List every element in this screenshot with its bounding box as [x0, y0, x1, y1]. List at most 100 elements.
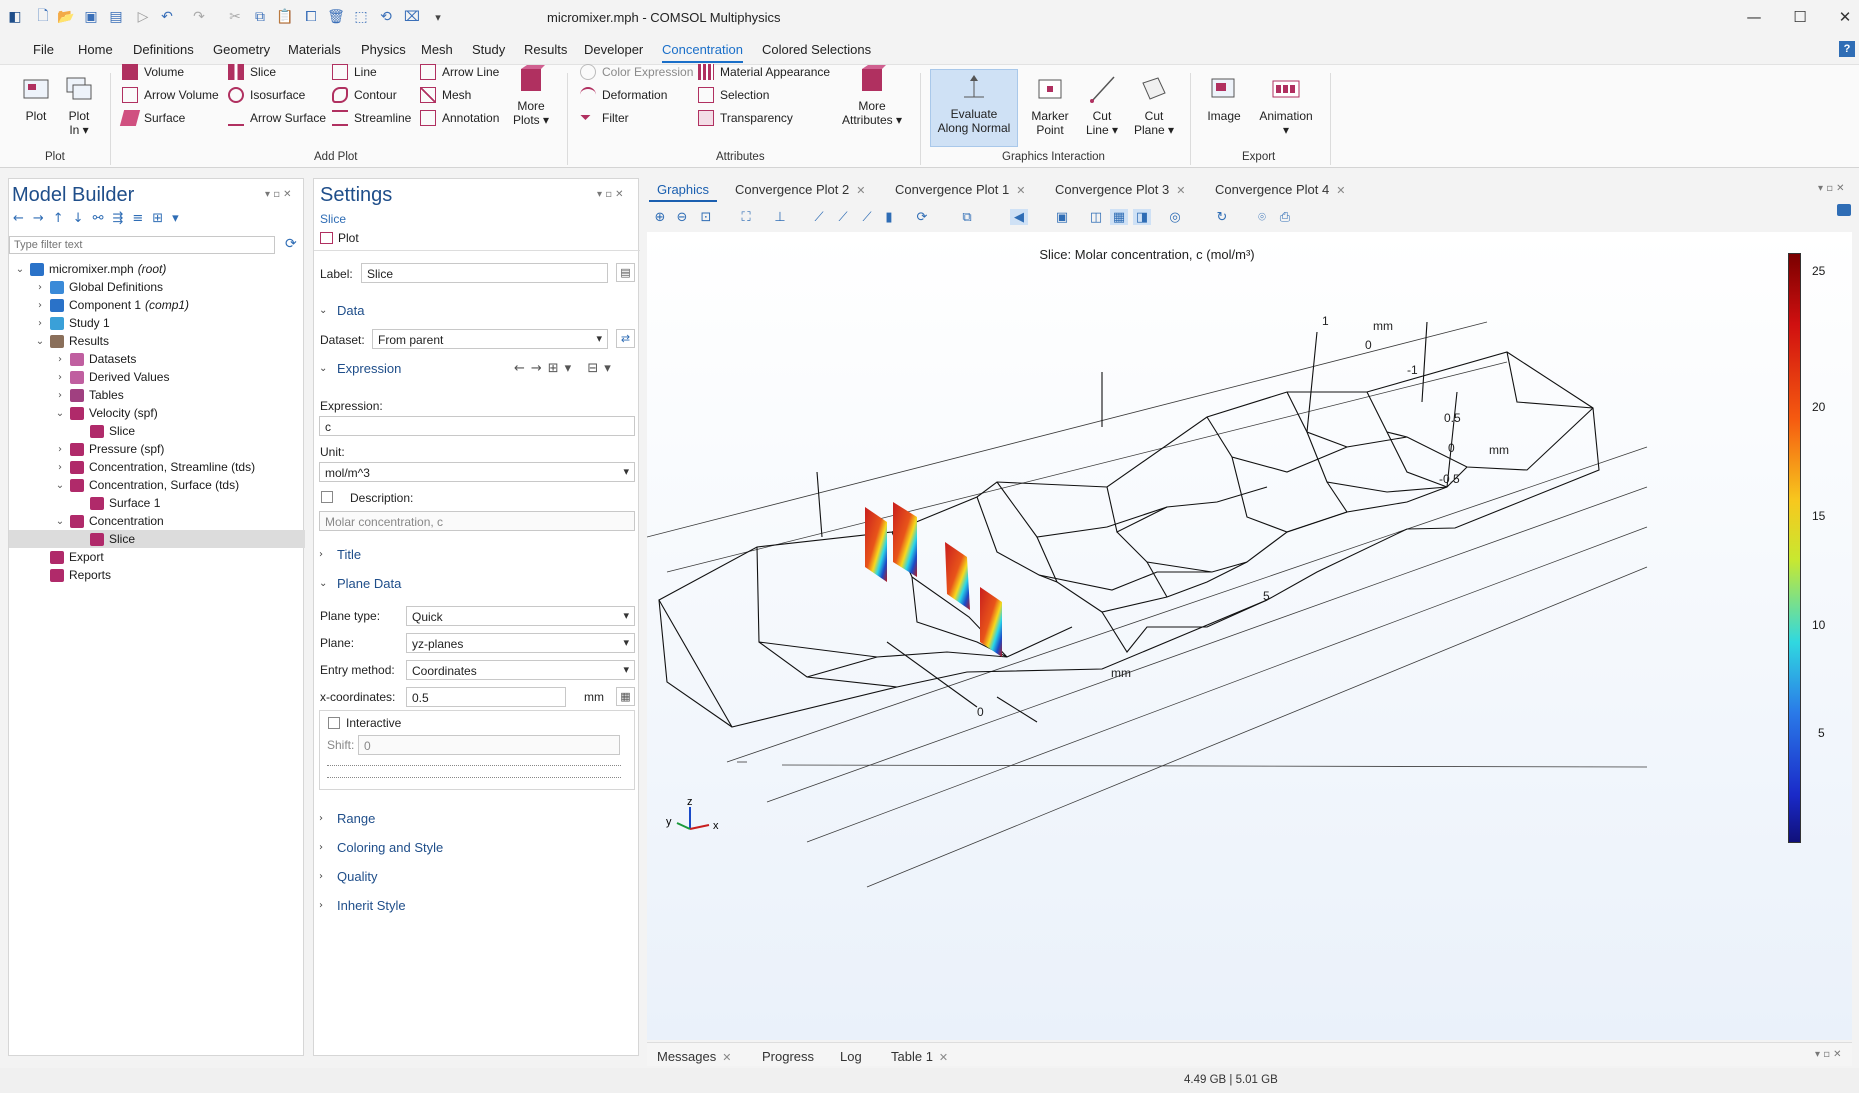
panel-menu-icon[interactable]: ▾ ▫ ✕ — [597, 189, 624, 200]
zoom-box-icon[interactable]: ⊡ — [697, 209, 715, 225]
slice-button[interactable]: Slice — [228, 64, 276, 80]
tree-item[interactable]: › Derived Values — [9, 368, 305, 386]
zoom-out-icon[interactable]: ⊖ — [673, 209, 691, 225]
tab-convergence-plot-2[interactable]: Convergence Plot 2 ✕ — [735, 182, 865, 197]
wireframe-toggle-icon[interactable]: ◨ — [1133, 209, 1151, 225]
plot-settings-button[interactable]: Plot — [320, 231, 359, 245]
close-tab-icon[interactable]: ✕ — [1176, 184, 1185, 197]
menu-geometry[interactable]: Geometry — [213, 42, 270, 57]
menu-results[interactable]: Results — [524, 42, 567, 57]
label-edit-icon[interactable]: ▤ — [616, 263, 635, 282]
go-to-source-icon[interactable]: ⇄ — [616, 329, 635, 348]
tree-item[interactable]: › Study 1 — [9, 314, 305, 332]
delete-icon[interactable]: 🗑 — [327, 8, 345, 26]
range-edit-icon[interactable]: ▦ — [616, 687, 635, 706]
arrow-surface-button[interactable]: Arrow Surface — [228, 110, 326, 126]
run-icon[interactable]: ▷ — [134, 8, 152, 26]
expand-icon[interactable]: › — [53, 354, 67, 365]
tree-item[interactable]: Slice — [9, 530, 305, 548]
expand-icon[interactable]: › — [53, 462, 67, 473]
graphics-canvas[interactable]: Slice: Molar concentration, c (mol/m³) 1… — [647, 204, 1852, 1040]
section-title[interactable]: › Title — [319, 547, 361, 562]
help-icon[interactable]: ? — [1839, 41, 1855, 57]
zoom-in-icon[interactable]: ⊕ — [651, 209, 669, 225]
cut-line-button[interactable]: Cut Line ▾ — [1084, 75, 1120, 137]
section-inherit-style[interactable]: › Inherit Style — [319, 898, 406, 913]
x-coordinates-field[interactable]: 0.5 — [406, 687, 566, 707]
tree-item[interactable]: ⌄ Results — [9, 332, 305, 350]
scene-light-icon[interactable]: ▣ — [1053, 209, 1071, 225]
expression-toolbar[interactable]: ←→⊞▾ ⊟▾ — [514, 361, 617, 376]
expand-icon[interactable]: › — [53, 444, 67, 455]
description-field[interactable]: Molar concentration, c — [319, 511, 635, 531]
tree-item[interactable]: Reports — [9, 566, 305, 584]
menu-study[interactable]: Study — [472, 42, 505, 57]
marker-point-button[interactable]: Marker Point — [1028, 75, 1072, 137]
cut-plane-button[interactable]: Cut Plane ▾ — [1132, 75, 1176, 137]
reset-view-icon[interactable]: ↻ — [1213, 209, 1231, 225]
tab-table-1[interactable]: Table 1 ✕ — [891, 1049, 948, 1064]
clear-icon[interactable]: ⌧ — [403, 8, 421, 26]
expand-icon[interactable]: › — [33, 282, 47, 293]
panel-menu-icon[interactable]: ▾ ▫ ✕ — [1818, 183, 1845, 194]
paste-icon[interactable]: 📋 — [276, 8, 294, 26]
tab-graphics[interactable]: Graphics — [657, 182, 709, 197]
description-checkbox[interactable] — [321, 491, 333, 503]
plot-in-button[interactable]: Plot In ▾ — [62, 75, 96, 137]
image-button[interactable]: Image — [1204, 75, 1244, 123]
streamline-button[interactable]: Streamline — [332, 110, 411, 126]
expression-field[interactable]: c — [319, 416, 635, 436]
tree-item[interactable]: ⌄ Concentration — [9, 512, 305, 530]
menu-file[interactable]: File — [33, 42, 54, 57]
tree-item[interactable]: ⌄ micromixer.mph (root) — [9, 260, 305, 278]
collapse-icon[interactable]: ⌄ — [53, 516, 67, 527]
close-tab-icon[interactable]: ✕ — [722, 1051, 731, 1064]
print-icon[interactable]: ⎙ — [1276, 209, 1294, 225]
deformation-button[interactable]: Deformation — [580, 87, 667, 103]
menu-mesh[interactable]: Mesh — [421, 42, 453, 57]
tree-item[interactable]: ⌄ Concentration, Surface (tds) — [9, 476, 305, 494]
more-plots-button[interactable]: More Plots ▾ — [513, 65, 549, 127]
entry-method-select[interactable]: Coordinates — [406, 660, 635, 680]
maximize-icon[interactable]: ☐ — [1786, 6, 1814, 28]
plane-select[interactable]: yz-planes — [406, 633, 635, 653]
views-menu-icon[interactable]: ⧉ — [958, 209, 976, 225]
view-yz-icon[interactable]: ⟋ — [834, 209, 852, 225]
tab-log[interactable]: Log — [840, 1049, 862, 1064]
menu-developer[interactable]: Developer — [584, 42, 643, 57]
copy-icon[interactable]: ⧉ — [251, 8, 269, 26]
tab-messages[interactable]: Messages ✕ — [657, 1049, 731, 1064]
menu-home[interactable]: Home — [78, 42, 113, 57]
graphics-window-icon[interactable] — [1837, 204, 1851, 216]
tree-item[interactable]: ⌄ Velocity (spf) — [9, 404, 305, 422]
unit-select[interactable]: mol/m^3 — [319, 462, 635, 482]
rotate-icon[interactable]: ⟳ — [913, 209, 931, 225]
animation-button[interactable]: Animation ▾ — [1256, 75, 1316, 137]
filter-input[interactable] — [9, 236, 275, 254]
panel-menu-icon[interactable]: ▾ ▫ ✕ — [1815, 1049, 1842, 1060]
open-file-icon[interactable]: 📂 — [57, 8, 75, 26]
surface-button[interactable]: Surface — [119, 110, 185, 126]
tab-convergence-plot-4[interactable]: Convergence Plot 4 ✕ — [1215, 182, 1345, 197]
section-plane-data[interactable]: ⌄ Plane Data — [319, 576, 401, 591]
minimize-icon[interactable]: — — [1740, 6, 1768, 28]
tree-item[interactable]: › Tables — [9, 386, 305, 404]
expand-icon[interactable]: › — [53, 372, 67, 383]
camera-icon[interactable]: ⌾ — [1253, 209, 1271, 225]
filter-button[interactable]: ⏷ Filter — [580, 110, 629, 126]
close-tab-icon[interactable]: ✕ — [939, 1051, 948, 1064]
collapse-icon[interactable]: ⌄ — [53, 480, 67, 491]
plane-type-select[interactable]: Quick — [406, 606, 635, 626]
axis-orientation-icon[interactable]: ⊥ — [771, 209, 789, 225]
save-icon[interactable]: ▣ — [82, 8, 100, 26]
tree-item[interactable]: › Concentration, Streamline (tds) — [9, 458, 305, 476]
tab-progress[interactable]: Progress — [762, 1049, 814, 1064]
collapse-icon[interactable]: ⌄ — [33, 336, 47, 347]
grid-toggle-icon[interactable]: ▦ — [1110, 209, 1128, 225]
menu-physics[interactable]: Physics — [361, 42, 406, 57]
dataset-select[interactable]: From parent — [372, 329, 608, 349]
close-tab-icon[interactable]: ✕ — [1336, 184, 1345, 197]
close-tab-icon[interactable]: ✕ — [856, 184, 865, 197]
shift-field[interactable]: 0 — [358, 735, 620, 755]
shift-slider-track[interactable] — [327, 765, 621, 768]
